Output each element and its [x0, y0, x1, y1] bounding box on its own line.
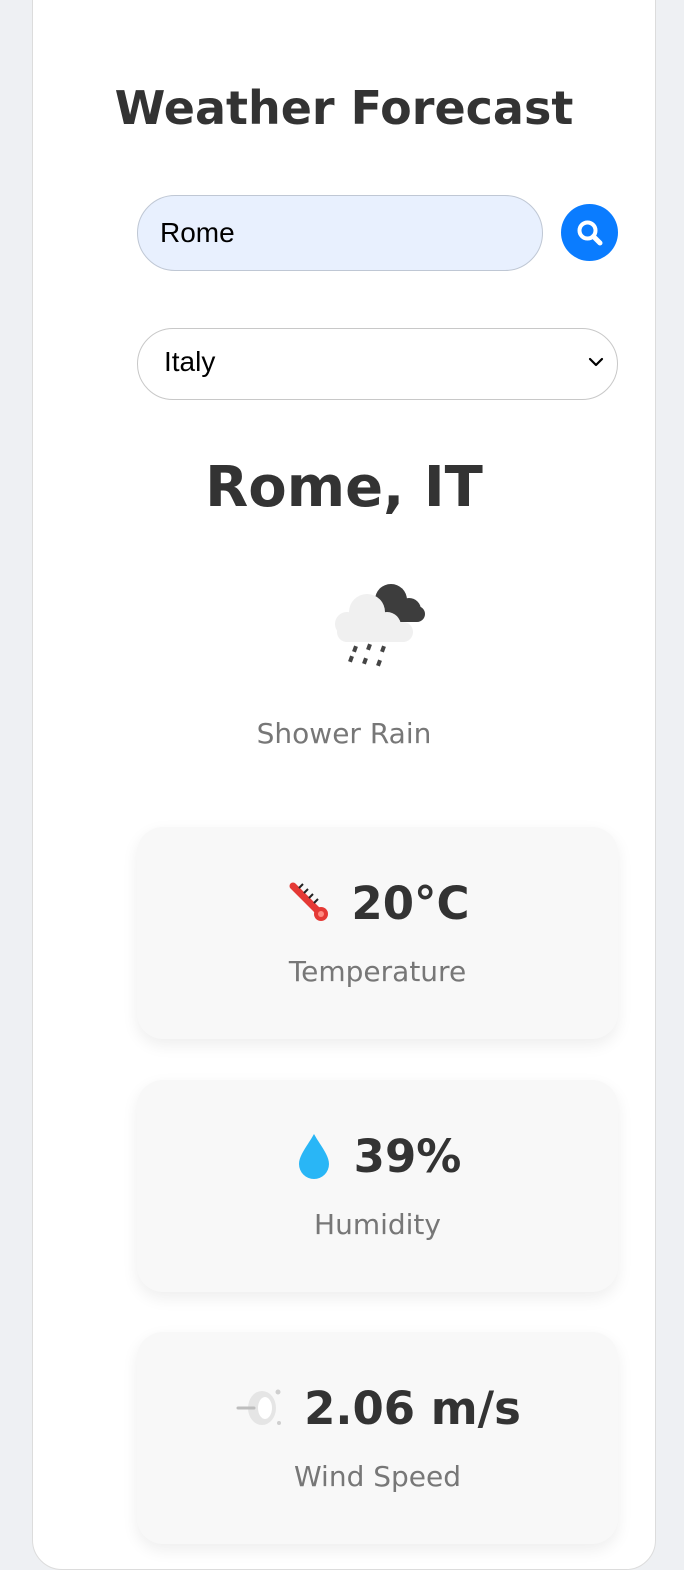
shower-rain-icon: [335, 584, 425, 667]
wind-label: Wind Speed: [293, 1460, 462, 1493]
weather-condition: Shower Rain: [256, 717, 432, 750]
wind-row: 2.06 m/s: [137, 1380, 618, 1436]
temperature-label: Temperature: [288, 955, 467, 988]
humidity-row: 39%: [137, 1128, 618, 1184]
humidity-label: Humidity: [314, 1208, 441, 1241]
temperature-card: 20°C Temperature: [137, 827, 618, 1039]
wind-value: 2.06 m/s: [304, 1381, 521, 1435]
search-button[interactable]: [561, 204, 618, 261]
humidity-value: 39%: [353, 1129, 462, 1183]
search-icon: [577, 220, 602, 245]
chevron-down-icon: [588, 357, 604, 367]
temperature-value: 20°C: [351, 876, 470, 930]
app-title: Weather Forecast: [114, 81, 574, 135]
temperature-row: 20°C: [137, 875, 618, 931]
country-select[interactable]: Italy: [137, 328, 618, 400]
thermometer-icon: [289, 882, 329, 921]
country-select-value: Italy: [164, 346, 216, 377]
humidity-card: 39% Humidity: [137, 1080, 618, 1292]
wind-icon: [236, 1389, 282, 1425]
wind-card: 2.06 m/s Wind Speed: [137, 1332, 618, 1544]
city-search-input[interactable]: [137, 195, 543, 271]
city-name: Rome, IT: [205, 455, 483, 520]
weather-card: Weather Forecast Italy Rome, IT: [32, 0, 656, 1570]
droplet-icon: [298, 1134, 329, 1179]
